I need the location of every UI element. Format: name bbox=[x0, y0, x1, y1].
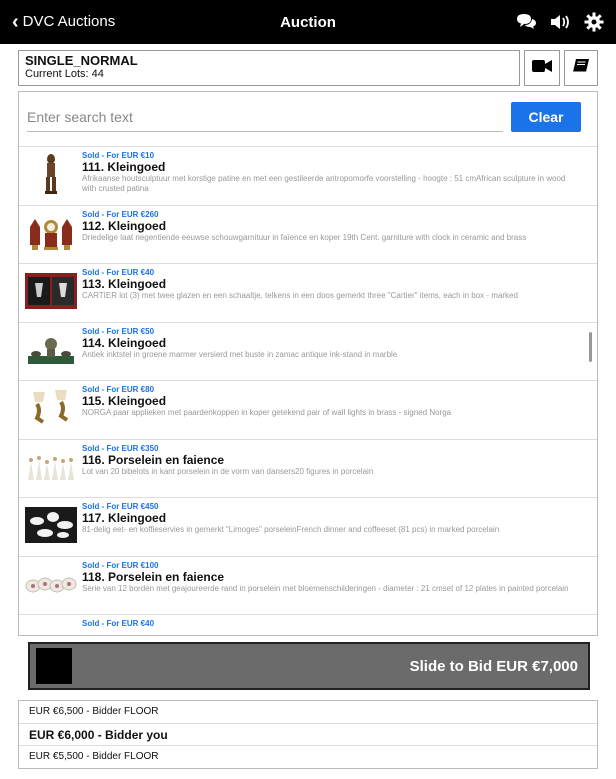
clear-button[interactable]: Clear bbox=[511, 102, 581, 132]
chat-icon[interactable] bbox=[514, 10, 538, 34]
lot-thumbnail bbox=[25, 270, 77, 312]
list-item[interactable]: Sold - For EUR €100 118. Porselein en fa… bbox=[19, 555, 597, 615]
video-button[interactable] bbox=[524, 50, 560, 86]
top-icons bbox=[514, 10, 606, 34]
lot-thumbnail bbox=[25, 153, 77, 195]
sold-status: Sold - For EUR €350 bbox=[82, 443, 159, 453]
lot-description: 81-delig eet- en koffieservies in gemerk… bbox=[82, 525, 500, 534]
video-camera-icon bbox=[532, 59, 552, 78]
search-input[interactable] bbox=[27, 104, 503, 130]
lot-title: 111. Kleingoed bbox=[82, 160, 166, 174]
catalog-button[interactable] bbox=[564, 50, 598, 86]
lot-thumbnail bbox=[25, 504, 77, 546]
list-item[interactable]: Sold - For EUR €50 114. Kleingoed Antiek… bbox=[19, 321, 597, 381]
list-item[interactable]: Sold - For EUR €260 112. Kleingoed Dried… bbox=[19, 204, 597, 264]
bid-row-you: EUR €6,000 - Bidder you bbox=[19, 724, 597, 747]
bid-history: EUR €6,500 - Bidder FLOOR EUR €6,000 - B… bbox=[18, 700, 598, 769]
lot-description: Lot van 20 bibelots in kant porselein in… bbox=[82, 466, 374, 476]
lot-title: 115. Kleingoed bbox=[82, 394, 167, 408]
bid-row: EUR €5,500 - Bidder FLOOR bbox=[29, 751, 159, 763]
lot-list: Sold - For EUR €10 111. Kleingoed Afrika… bbox=[19, 146, 597, 635]
list-item[interactable]: Sold - For EUR €40 113. Kleingoed CARTIE… bbox=[19, 263, 597, 322]
lot-description: NORGA paar applieken met paardenkoppen i… bbox=[82, 408, 452, 417]
list-item[interactable]: Sold - For EUR €80 115. Kleingoed NORGA … bbox=[19, 380, 597, 439]
scrollbar[interactable] bbox=[589, 332, 592, 362]
lot-thumbnail bbox=[25, 212, 77, 254]
top-bar: ‹ DVC Auctions Auction bbox=[0, 0, 616, 44]
lot-list-panel: Clear Sold - For EUR €10 111. Kleingoed … bbox=[18, 91, 598, 636]
lot-description: Driedelige laat negentiende eeuwse schou… bbox=[82, 232, 527, 242]
speaker-icon[interactable] bbox=[548, 10, 572, 34]
sold-status: Sold - For EUR €40 bbox=[82, 619, 155, 628]
sold-status: Sold - For EUR €50 bbox=[82, 326, 155, 336]
slider-knob[interactable] bbox=[36, 648, 72, 684]
list-item[interactable]: Sold - For EUR €10 111. Kleingoed Afrika… bbox=[19, 146, 597, 205]
lot-description: Antiek inktstel in groene marmer versier… bbox=[82, 349, 398, 359]
lot-title: 118. Porselein en faience bbox=[82, 569, 225, 584]
lot-description: CARTIER lot (3) met twee glazen en een s… bbox=[82, 291, 518, 300]
slide-to-bid-label: Slide to Bid EUR €7,000 bbox=[409, 658, 578, 675]
sold-status: Sold - For EUR €100 bbox=[82, 560, 159, 570]
session-info: SINGLE_NORMAL Current Lots: 44 bbox=[18, 50, 520, 86]
search-row bbox=[27, 104, 503, 132]
lot-thumbnail bbox=[25, 329, 77, 371]
lot-thumbnail bbox=[25, 621, 77, 635]
lot-title: 116. Porselein en faience bbox=[82, 452, 225, 467]
lot-title: 112. Kleingoed bbox=[82, 218, 167, 233]
list-item[interactable]: Sold - For EUR €350 116. Porselein en fa… bbox=[19, 438, 597, 498]
book-icon bbox=[572, 58, 590, 79]
lot-title: 117. Kleingoed bbox=[82, 511, 167, 525]
lot-title: 113. Kleingoed bbox=[82, 277, 167, 291]
sold-status: Sold - For EUR €260 bbox=[82, 209, 159, 219]
lot-description: Afrikaanse houtsculptuur met korstige pa… bbox=[82, 174, 566, 193]
lot-thumbnail bbox=[25, 387, 77, 429]
lot-thumbnail bbox=[25, 563, 77, 605]
session-name: SINGLE_NORMAL bbox=[25, 53, 138, 68]
lot-title: 114. Kleingoed bbox=[82, 335, 167, 350]
bid-row: EUR €6,500 - Bidder FLOOR bbox=[19, 701, 597, 724]
slide-to-bid[interactable]: Slide to Bid EUR €7,000 bbox=[28, 642, 590, 690]
list-item[interactable]: Sold - For EUR €450 117. Kleingoed 81-de… bbox=[19, 497, 597, 556]
lot-thumbnail bbox=[25, 446, 77, 488]
list-item[interactable]: Sold - For EUR €40 bbox=[19, 614, 597, 635]
current-lots: Current Lots: 44 bbox=[25, 68, 104, 80]
gear-icon[interactable] bbox=[582, 10, 606, 34]
lot-description: Serie van 12 borden met geajoureerde ran… bbox=[82, 583, 569, 593]
